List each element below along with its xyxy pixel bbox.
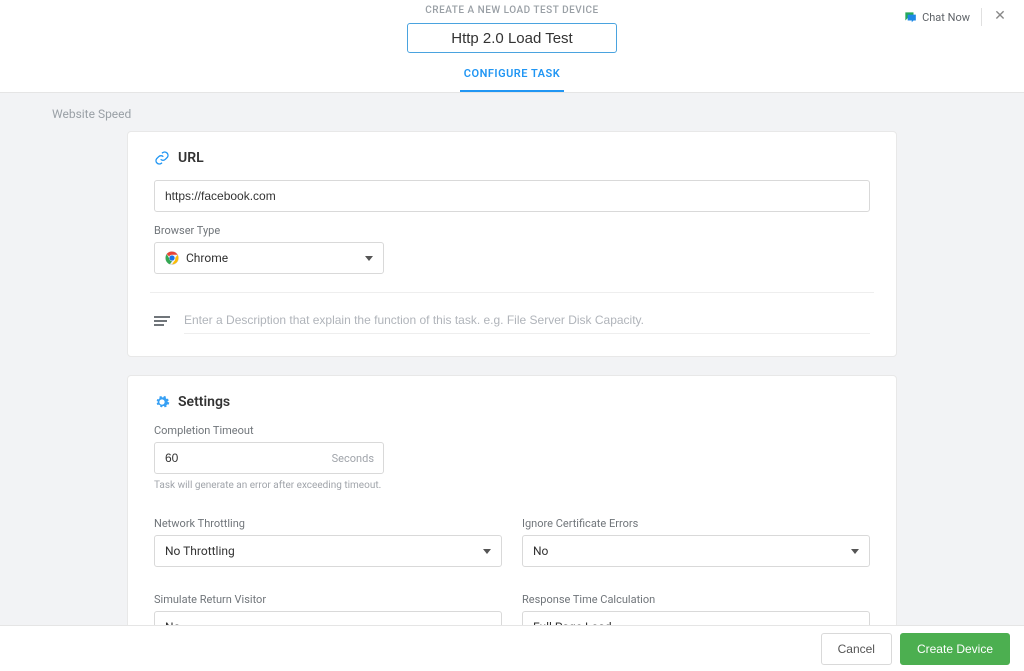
link-icon: [154, 150, 170, 166]
completion-timeout-label: Completion Timeout: [154, 424, 870, 437]
url-card: URL Browser Type Chrome: [127, 131, 897, 357]
chevron-down-icon: [851, 549, 859, 554]
close-button[interactable]: [990, 8, 1010, 28]
chat-icon: [903, 10, 917, 24]
chrome-icon: [165, 251, 179, 265]
browser-type-select[interactable]: Chrome: [154, 242, 384, 274]
return-visitor-label: Simulate Return Visitor: [154, 593, 502, 606]
tab-configure-task[interactable]: CONFIGURE TASK: [460, 61, 564, 92]
chat-now-label: Chat Now: [922, 11, 970, 24]
section-label: Website Speed: [40, 93, 984, 131]
url-card-header: URL: [154, 150, 870, 166]
settings-card-title: Settings: [178, 394, 230, 410]
chevron-down-icon: [483, 549, 491, 554]
url-card-title: URL: [178, 150, 204, 166]
description-row: [154, 307, 870, 334]
divider: [150, 292, 874, 293]
create-device-button[interactable]: Create Device: [900, 633, 1010, 665]
footer: Cancel Create Device: [0, 625, 1024, 671]
browser-type-field: Browser Type Chrome: [154, 224, 870, 274]
page-body: Website Speed URL Browser Type: [0, 93, 1024, 636]
cancel-button[interactable]: Cancel: [821, 633, 892, 665]
description-input[interactable]: [184, 307, 870, 334]
page-header: CREATE A NEW LOAD TEST DEVICE CONFIGURE …: [0, 0, 1024, 93]
ignore-cert-value: No: [533, 544, 548, 558]
completion-timeout-field: Completion Timeout Seconds Task will gen…: [154, 424, 870, 491]
settings-card-header: Settings: [154, 394, 870, 410]
network-throttling-select[interactable]: No Throttling: [154, 535, 502, 567]
header-subtitle: CREATE A NEW LOAD TEST DEVICE: [425, 5, 598, 16]
tab-bar: CONFIGURE TASK: [20, 61, 1004, 92]
browser-type-value: Chrome: [186, 251, 228, 265]
ignore-cert-label: Ignore Certificate Errors: [522, 517, 870, 530]
header-subtitle-row: CREATE A NEW LOAD TEST DEVICE: [20, 0, 1004, 17]
url-input[interactable]: [154, 180, 870, 212]
ignore-cert-select[interactable]: No: [522, 535, 870, 567]
network-throttling-value: No Throttling: [165, 544, 235, 558]
header-divider: [981, 8, 982, 26]
gear-icon: [154, 394, 170, 410]
browser-type-label: Browser Type: [154, 224, 870, 237]
network-throttling-label: Network Throttling: [154, 517, 502, 530]
description-icon: [154, 316, 170, 326]
response-time-label: Response Time Calculation: [522, 593, 870, 606]
chat-now-button[interactable]: Chat Now: [903, 10, 970, 24]
ignore-cert-field: Ignore Certificate Errors No: [522, 517, 870, 567]
device-name-input[interactable]: [407, 23, 617, 53]
settings-card: Settings Completion Timeout Seconds Task…: [127, 375, 897, 636]
timeout-unit: Seconds: [332, 442, 374, 474]
timeout-hint: Task will generate an error after exceed…: [154, 480, 870, 491]
network-throttling-field: Network Throttling No Throttling: [154, 517, 502, 567]
chevron-down-icon: [365, 256, 373, 261]
